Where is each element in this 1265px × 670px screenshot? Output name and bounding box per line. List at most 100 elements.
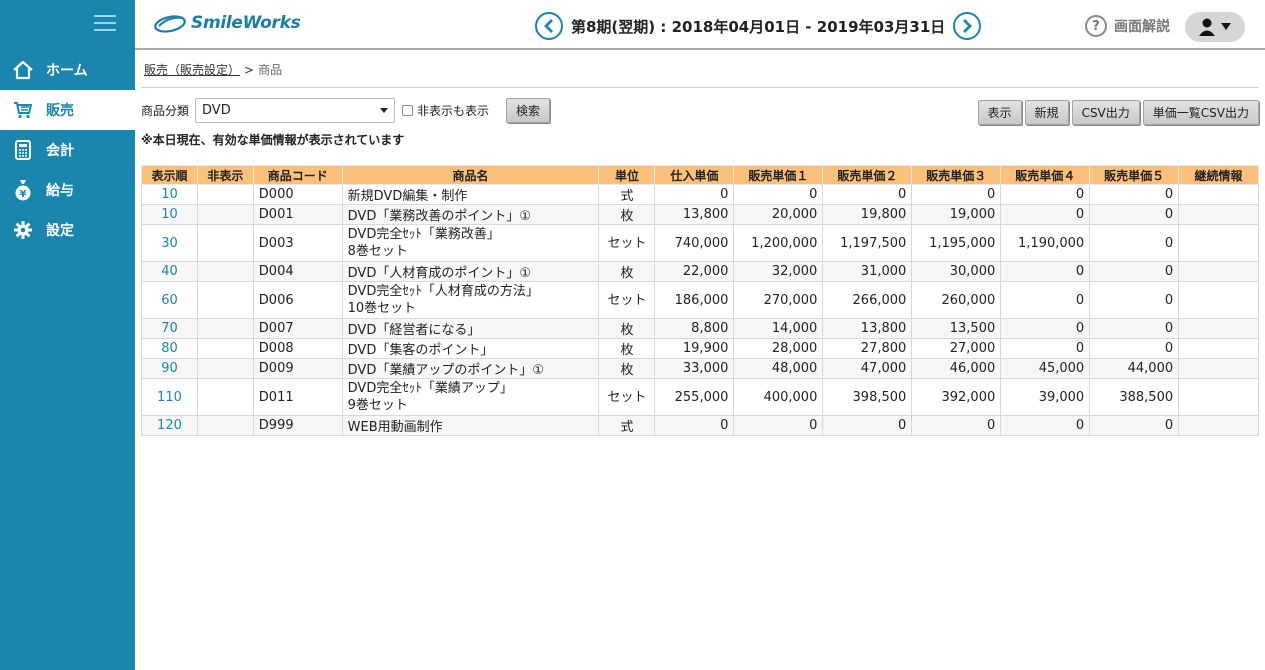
breadcrumb-separator: >: [244, 62, 255, 77]
display-order-link[interactable]: 60: [141, 281, 198, 319]
user-menu-button[interactable]: [1185, 12, 1245, 42]
sidebar-item-accounting[interactable]: 会計: [0, 130, 135, 170]
sidebar-item-home[interactable]: ホーム: [0, 50, 135, 90]
product-table: 表示順 非表示 商品コード 商品名 単位 仕入単価 販売単価１ 販売単価２ 販売単価３ 販売単価４…: [141, 165, 1259, 436]
display-order-link[interactable]: 40: [141, 261, 198, 282]
sales-price-2-cell: 13,800: [822, 318, 913, 339]
breadcrumb-parent-link[interactable]: 販売（販売設定）: [144, 61, 240, 78]
new-button[interactable]: 新規: [1024, 100, 1069, 125]
cost-price-cell: 22,000: [654, 261, 735, 282]
sales-price-2-cell: 0: [822, 415, 913, 436]
unit-cell: 枚: [598, 261, 656, 282]
sales-price-1-cell: 1,200,000: [733, 224, 824, 262]
continuation-info-cell: [1178, 358, 1259, 379]
product-name-line: DVD完全ｾｯﾄ「業績アップ」: [347, 381, 513, 396]
display-order-link[interactable]: 30: [141, 224, 198, 262]
question-icon: ?: [1085, 15, 1107, 37]
display-order-link[interactable]: 10: [141, 184, 198, 205]
sales-price-5-cell: 0: [1089, 415, 1180, 436]
product-name-cell: WEB用動画制作: [341, 415, 600, 436]
sales-price-2-cell: 266,000: [822, 281, 913, 319]
continuation-info-cell: [1178, 204, 1259, 225]
table-row: 30 D003 DVD完全ｾｯﾄ「業務改善」 8巻セット セット 740,000 1,200…: [141, 224, 1259, 262]
sales-price-3-cell: 30,000: [911, 261, 1002, 282]
hidden-flag-cell: [196, 184, 254, 205]
table-row: 60 D006 DVD完全ｾｯﾄ「人材育成の方法」 10巻セット セット 186,000 2…: [141, 281, 1259, 319]
gear-icon: [0, 221, 46, 239]
product-name-line: DVD「経営者になる」: [347, 323, 481, 338]
product-name-cell: DVD「人材育成のポイント」①: [341, 261, 600, 282]
next-period-button[interactable]: [953, 12, 982, 40]
sidebar-item-payroll[interactable]: ¥ 給与: [0, 170, 135, 210]
display-order-link[interactable]: 10: [141, 204, 198, 225]
top-header: SmileWorks 第8期(翌期) : 2018年04月01日 - 2019年…: [135, 0, 1265, 50]
column-header: 仕入単価: [654, 165, 735, 185]
sales-price-1-cell: 0: [733, 415, 824, 436]
hidden-flag-cell: [196, 224, 254, 262]
product-name-subline: 8巻セット: [347, 244, 408, 259]
chevron-left-icon: [544, 19, 553, 33]
sales-price-2-cell: 27,800: [822, 338, 913, 359]
sales-price-1-cell: 48,000: [733, 358, 824, 379]
sales-price-1-cell: 20,000: [733, 204, 824, 225]
column-header: 商品コード: [252, 165, 343, 185]
sales-price-1-cell: 400,000: [733, 378, 824, 416]
continuation-info-cell: [1178, 281, 1259, 319]
sales-price-4-cell: 0: [1000, 184, 1091, 205]
previous-period-button[interactable]: [535, 12, 563, 40]
column-header: 販売単価３: [911, 165, 1002, 185]
continuation-info-cell: [1178, 318, 1259, 339]
product-name-cell: DVD完全ｾｯﾄ「業務改善」 8巻セット: [341, 224, 600, 262]
price-list-csv-export-button[interactable]: 単価一覧CSV出力: [1142, 100, 1259, 125]
category-select-value: DVD: [202, 102, 231, 118]
sidebar-item-sales[interactable]: 販売: [0, 90, 135, 130]
action-buttons: 表示 新規 CSV出力 単価一覧CSV出力: [977, 100, 1259, 125]
unit-cell: 枚: [598, 338, 656, 359]
sales-price-3-cell: 13,500: [911, 318, 1002, 339]
show-hidden-checkbox[interactable]: 非表示も表示: [402, 102, 489, 119]
csv-export-button[interactable]: CSV出力: [1071, 100, 1140, 125]
sales-price-1-cell: 14,000: [733, 318, 824, 339]
display-order-link[interactable]: 110: [141, 378, 198, 416]
cart-icon: [0, 101, 46, 119]
display-order-link[interactable]: 90: [141, 358, 198, 379]
unit-cell: 枚: [598, 318, 656, 339]
sales-price-2-cell: 19,800: [822, 204, 913, 225]
sales-price-4-cell: 0: [1000, 415, 1091, 436]
fiscal-period-label: 第8期(翌期) : 2018年04月01日 - 2019年03月31日: [571, 17, 946, 36]
sidebar-nav: ホーム 販売 会計 ¥ 給与 設定: [0, 50, 135, 250]
product-code-cell: D004: [252, 261, 343, 282]
sidebar-item-settings[interactable]: 設定: [0, 210, 135, 250]
product-name-subline: 9巻セット: [347, 398, 408, 413]
display-order-link[interactable]: 70: [141, 318, 198, 339]
search-button[interactable]: 検索: [506, 97, 551, 123]
display-order-link[interactable]: 120: [141, 415, 198, 436]
unit-cell: 式: [598, 184, 656, 205]
continuation-info-cell: [1178, 415, 1259, 436]
sales-price-3-cell: 0: [911, 415, 1002, 436]
screen-help-button[interactable]: ? 画面解説: [1085, 15, 1170, 37]
display-button[interactable]: 表示: [977, 100, 1022, 125]
hidden-flag-cell: [196, 415, 254, 436]
sidebar-item-label: 設定: [46, 223, 74, 239]
checkbox-box[interactable]: [402, 104, 414, 116]
unit-cell: セット: [598, 378, 656, 416]
display-order-link[interactable]: 80: [141, 338, 198, 359]
product-name-subline: 10巻セット: [347, 301, 417, 316]
cost-price-cell: 0: [654, 184, 735, 205]
product-code-cell: D011: [252, 378, 343, 416]
sales-price-3-cell: 392,000: [911, 378, 1002, 416]
product-code-cell: D001: [252, 204, 343, 225]
sales-price-3-cell: 46,000: [911, 358, 1002, 379]
product-name-line: DVD完全ｾｯﾄ「人材育成の方法」: [347, 284, 539, 299]
sales-price-3-cell: 1,195,000: [911, 224, 1002, 262]
unit-cell: 枚: [598, 358, 656, 379]
table-body: 10 D000 新規DVD編集・制作式 0 0 0 0 0 0 10 D001 DVD「業務改善のポイ…: [141, 184, 1259, 436]
table-row: 110 D011 DVD完全ｾｯﾄ「業績アップ」 9巻セット セット 255,000 400…: [141, 378, 1259, 416]
smileworks-logo[interactable]: SmileWorks: [153, 12, 301, 34]
hamburger-menu-icon[interactable]: [94, 15, 116, 33]
category-select[interactable]: DVD: [195, 97, 396, 123]
column-header: 商品名: [341, 165, 600, 185]
table-row: 120 D999 WEB用動画制作式 0 0 0 0 0 0: [141, 415, 1259, 436]
product-name-line: DVD「業績アップのポイント」①: [347, 363, 544, 378]
